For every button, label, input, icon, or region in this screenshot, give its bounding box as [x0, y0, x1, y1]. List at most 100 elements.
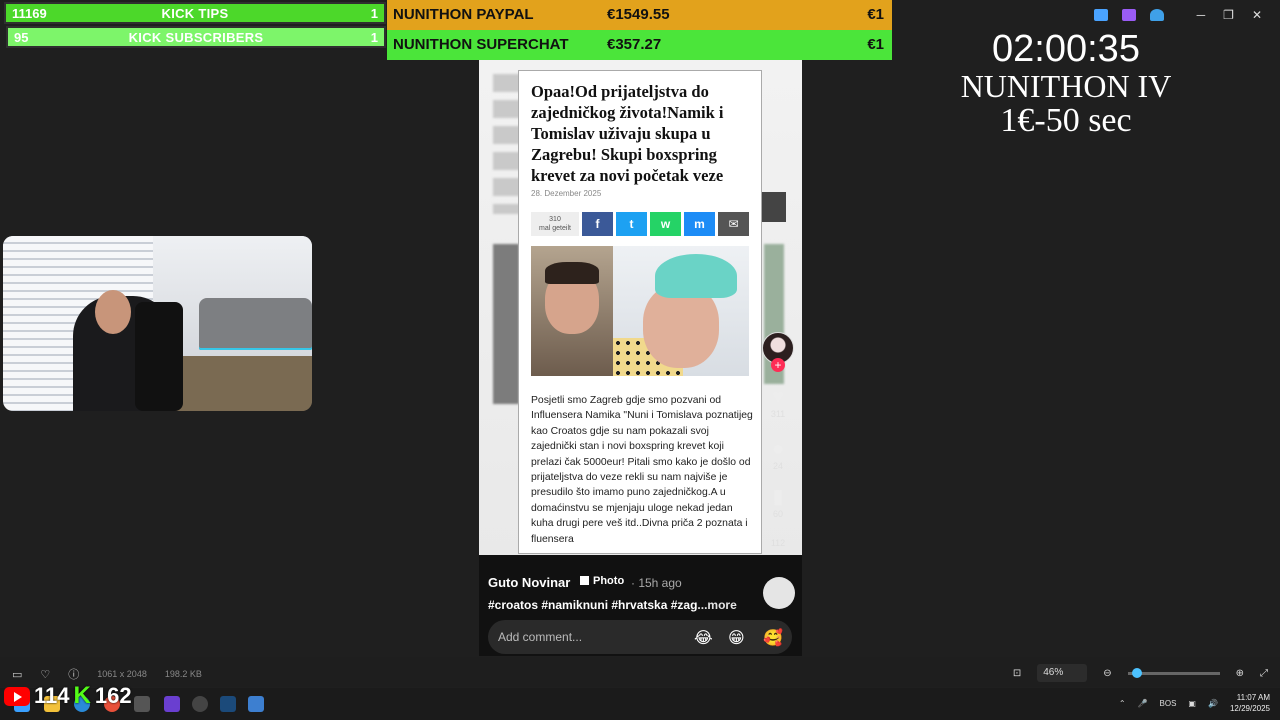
blurred-button: [762, 192, 786, 222]
viewer-zoom-tools: ⊡ 46% ⊖ ⊕ ⤢: [1013, 664, 1268, 682]
bookmark-icon: ▮: [772, 486, 784, 508]
email-share-icon[interactable]: ✉: [718, 212, 749, 236]
kick-tips-label: KICK TIPS: [161, 5, 229, 21]
fit-screen-icon[interactable]: ⊡: [1013, 668, 1021, 679]
youtube-icon: [4, 686, 30, 706]
superchat-amount: €357.27: [607, 36, 662, 53]
comment-input[interactable]: Add comment... 😂 😁 🥰: [488, 620, 792, 654]
keyboard-lang[interactable]: BOS: [1160, 699, 1177, 708]
left-person-hair: [545, 262, 599, 284]
close-icon[interactable]: ✕: [1252, 8, 1262, 22]
whatsapp-share-icon[interactable]: w: [650, 212, 681, 236]
paypal-amount: €1549.55: [607, 6, 670, 23]
cloud-icon[interactable]: [1150, 9, 1164, 21]
laugh-emoji-button[interactable]: 😂: [694, 628, 713, 648]
follow-plus-icon[interactable]: +: [771, 358, 785, 372]
comment-placeholder: Add comment...: [498, 630, 583, 644]
heart-icon: ♥: [772, 386, 784, 408]
comment-count: 24: [772, 461, 783, 471]
paypal-rate: €1: [867, 6, 884, 23]
zoom-slider[interactable]: [1127, 667, 1220, 678]
comment-icon: ●: [771, 438, 785, 460]
comment-button[interactable]: ● 24: [762, 438, 794, 471]
clip-icon[interactable]: [1122, 9, 1136, 21]
microphone-icon[interactable]: 🎤: [1138, 699, 1148, 708]
obs-icon[interactable]: [134, 696, 150, 712]
gaming-chair: [135, 302, 183, 411]
article-photo: [531, 246, 749, 376]
share-count-rail: 112: [770, 538, 786, 548]
save-button[interactable]: ▮ 60: [762, 484, 794, 519]
tray-chevron-icon[interactable]: ⌃: [1119, 699, 1126, 708]
kick-tips-right: 1: [370, 5, 378, 21]
zoom-level[interactable]: 46%: [1037, 664, 1088, 682]
window-controls: ─ ❐ ✕: [1197, 8, 1262, 22]
zoom-slider-knob[interactable]: [1131, 667, 1142, 678]
viewer-counter: 114 K 162: [4, 682, 132, 710]
viewer-left-tools: ▭ ♡ ⓘ 1061 x 2048 198.2 KB: [12, 666, 202, 682]
minimize-icon[interactable]: ─: [1197, 8, 1206, 22]
photo-icon: [580, 576, 589, 585]
maximize-icon[interactable]: ❐: [1223, 8, 1234, 22]
zoom-in-icon[interactable]: ⊕: [1236, 668, 1244, 679]
timer-rate: 1€-50 sec: [1000, 102, 1132, 139]
app-icon[interactable]: [164, 696, 180, 712]
twitter-share-icon[interactable]: t: [616, 212, 647, 236]
favorite-heart-icon[interactable]: ♡: [40, 668, 50, 681]
facebook-share-icon[interactable]: f: [582, 212, 613, 236]
grin-emoji-button[interactable]: 😁: [728, 628, 745, 648]
subathon-timer: 02:00:35 NUNITHON IV 1€-50 sec: [960, 30, 1172, 138]
superchat-name: NUNITHON SUPERCHAT: [393, 36, 569, 53]
blurred-image-left: [493, 244, 519, 404]
timer-event: NUNITHON IV: [960, 68, 1172, 104]
info-icon[interactable]: ⓘ: [68, 666, 79, 682]
post-hashtags: #croatos #namiknuni #hrvatska #zag...mor…: [488, 598, 737, 612]
system-tray: ⌃ 🎤 BOS ▣ 🔊 11:07 AM 12/29/2025: [1119, 692, 1270, 714]
image-filesize: 198.2 KB: [164, 669, 202, 679]
photos-icon[interactable]: [248, 696, 264, 712]
couch: [199, 298, 312, 350]
user-avatar[interactable]: [763, 577, 795, 609]
share-count-number: 310: [549, 216, 561, 223]
steam-icon[interactable]: [220, 696, 236, 712]
more-link[interactable]: ...more: [697, 598, 736, 612]
zoom-level-text: 46%: [1043, 667, 1064, 678]
zoom-out-icon[interactable]: ⊖: [1103, 668, 1111, 679]
system-clock[interactable]: 11:07 AM 12/29/2025: [1230, 692, 1270, 714]
like-count: 311: [770, 409, 786, 419]
love-emoji-button[interactable]: 🥰: [763, 628, 783, 648]
messenger-share-icon[interactable]: m: [684, 212, 715, 236]
timer-clock: 02:00:35: [992, 28, 1140, 70]
post-time: · 15h ago: [631, 576, 682, 590]
photo-tag: Photo: [580, 575, 624, 587]
youtube-viewers: 114: [34, 683, 70, 708]
network-icon[interactable]: ▣: [1188, 699, 1196, 708]
right-person-hair: [655, 254, 737, 298]
clock-time: 11:07 AM: [1236, 693, 1270, 702]
title-bar-apps: [1094, 9, 1164, 21]
streamer-head: [95, 290, 131, 334]
pen-icon[interactable]: [1094, 9, 1108, 21]
hashtags-text[interactable]: #croatos #namiknuni #hrvatska #zag: [488, 598, 697, 612]
superchat-bar: NUNITHON SUPERCHAT €357.27 €1: [387, 30, 892, 60]
image-viewer-toolbar: ▭ ♡ ⓘ 1061 x 2048 198.2 KB ⊡ 46% ⊖ ⊕ ⤢: [0, 657, 1280, 687]
paypal-name: NUNITHON PAYPAL: [393, 6, 534, 23]
paypal-bar: NUNITHON PAYPAL €1549.55 €1: [387, 0, 892, 30]
kick-subs-label: KICK SUBSCRIBERS: [128, 29, 264, 45]
kick-tips-bar: 11169 KICK TIPS 1: [4, 2, 386, 24]
share-button[interactable]: 112: [762, 538, 794, 548]
like-button[interactable]: ♥ 311: [762, 386, 794, 419]
fullscreen-icon[interactable]: ⤢: [1260, 668, 1268, 679]
superchat-rate: €1: [867, 36, 884, 53]
post-author[interactable]: Guto Novinar: [488, 575, 570, 590]
volume-icon[interactable]: 🔊: [1208, 699, 1218, 708]
save-count: 60: [772, 509, 783, 519]
kick-icon: K: [73, 682, 91, 709]
filmstrip-icon[interactable]: ▭: [12, 668, 22, 681]
game-icon[interactable]: [192, 696, 208, 712]
clock-date: 12/29/2025: [1229, 704, 1270, 713]
photo-tag-label: Photo: [593, 575, 625, 587]
kick-subs-right: 1: [370, 29, 378, 45]
image-dimensions: 1061 x 2048: [97, 669, 147, 679]
share-count: 310 mal geteilt: [531, 212, 579, 236]
